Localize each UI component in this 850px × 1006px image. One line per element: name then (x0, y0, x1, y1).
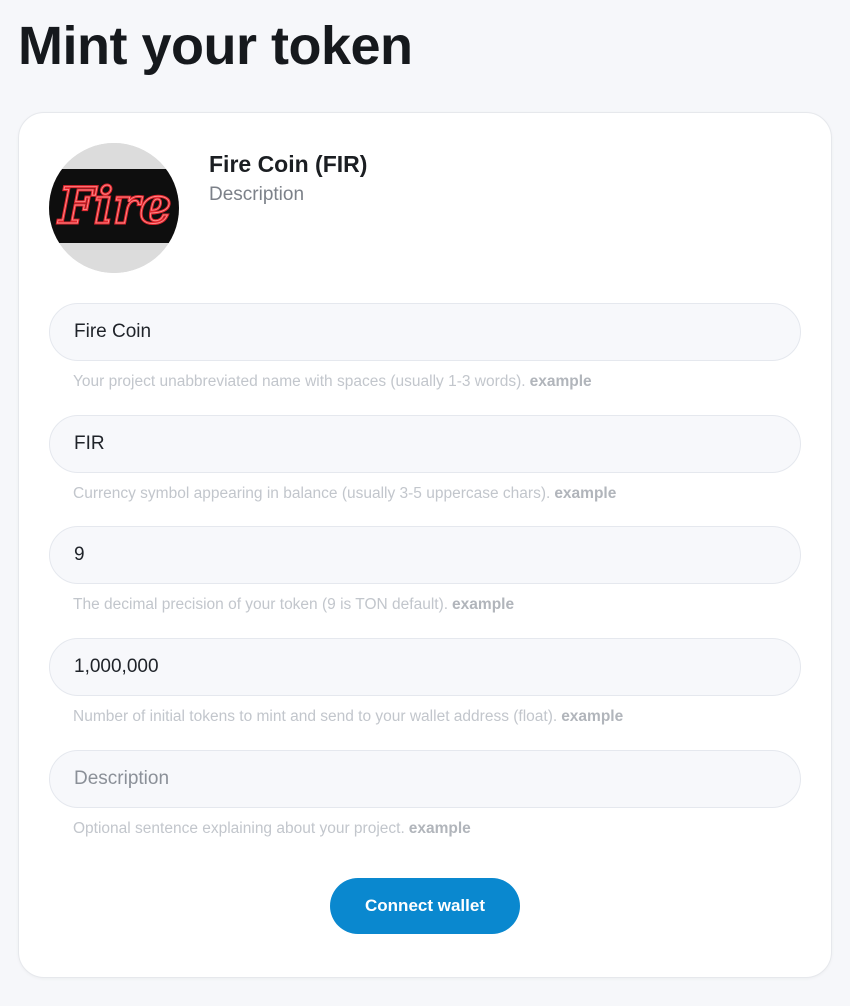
token-decimals-input[interactable] (49, 526, 801, 584)
svg-text:Fire: Fire (57, 176, 172, 235)
field-supply: Number of initial tokens to mint and sen… (49, 638, 801, 726)
field-help: Optional sentence explaining about your … (49, 820, 801, 838)
token-name-input[interactable] (49, 303, 801, 361)
field-description: Optional sentence explaining about your … (49, 750, 801, 838)
help-text: Your project unabbreviated name with spa… (73, 373, 526, 390)
token-name: Fire Coin (FIR) (209, 151, 368, 177)
token-header: Fire Fire Fire Coin (FIR) Description (49, 143, 789, 273)
token-description-input[interactable] (49, 750, 801, 808)
field-help: Number of initial tokens to mint and sen… (49, 708, 801, 726)
field-name: Your project unabbreviated name with spa… (49, 303, 801, 391)
token-description: Description (209, 184, 305, 205)
help-text: Currency symbol appearing in balance (us… (73, 485, 551, 502)
example-link[interactable]: example (561, 708, 623, 725)
mint-form-card: Fire Fire Fire Coin (FIR) Description Yo… (18, 112, 832, 978)
example-link[interactable]: example (452, 596, 514, 613)
connect-wallet-button[interactable]: Connect wallet (330, 878, 520, 934)
fire-logo-icon: Fire Fire (49, 143, 179, 273)
example-link[interactable]: example (554, 485, 616, 502)
token-supply-input[interactable] (49, 638, 801, 696)
field-decimals: The decimal precision of your token (9 i… (49, 526, 801, 614)
token-symbol-input[interactable] (49, 415, 801, 473)
page-title: Mint your token (18, 16, 413, 76)
example-link[interactable]: example (409, 820, 471, 837)
help-text: Optional sentence explaining about your … (73, 820, 405, 837)
token-logo: Fire Fire (49, 143, 179, 273)
example-link[interactable]: example (530, 373, 592, 390)
field-help: Currency symbol appearing in balance (us… (49, 485, 801, 503)
field-help: Your project unabbreviated name with spa… (49, 373, 801, 391)
help-text: The decimal precision of your token (9 i… (73, 596, 449, 613)
field-symbol: Currency symbol appearing in balance (us… (49, 415, 801, 503)
help-text: Number of initial tokens to mint and sen… (73, 708, 558, 725)
field-help: The decimal precision of your token (9 i… (49, 596, 801, 614)
